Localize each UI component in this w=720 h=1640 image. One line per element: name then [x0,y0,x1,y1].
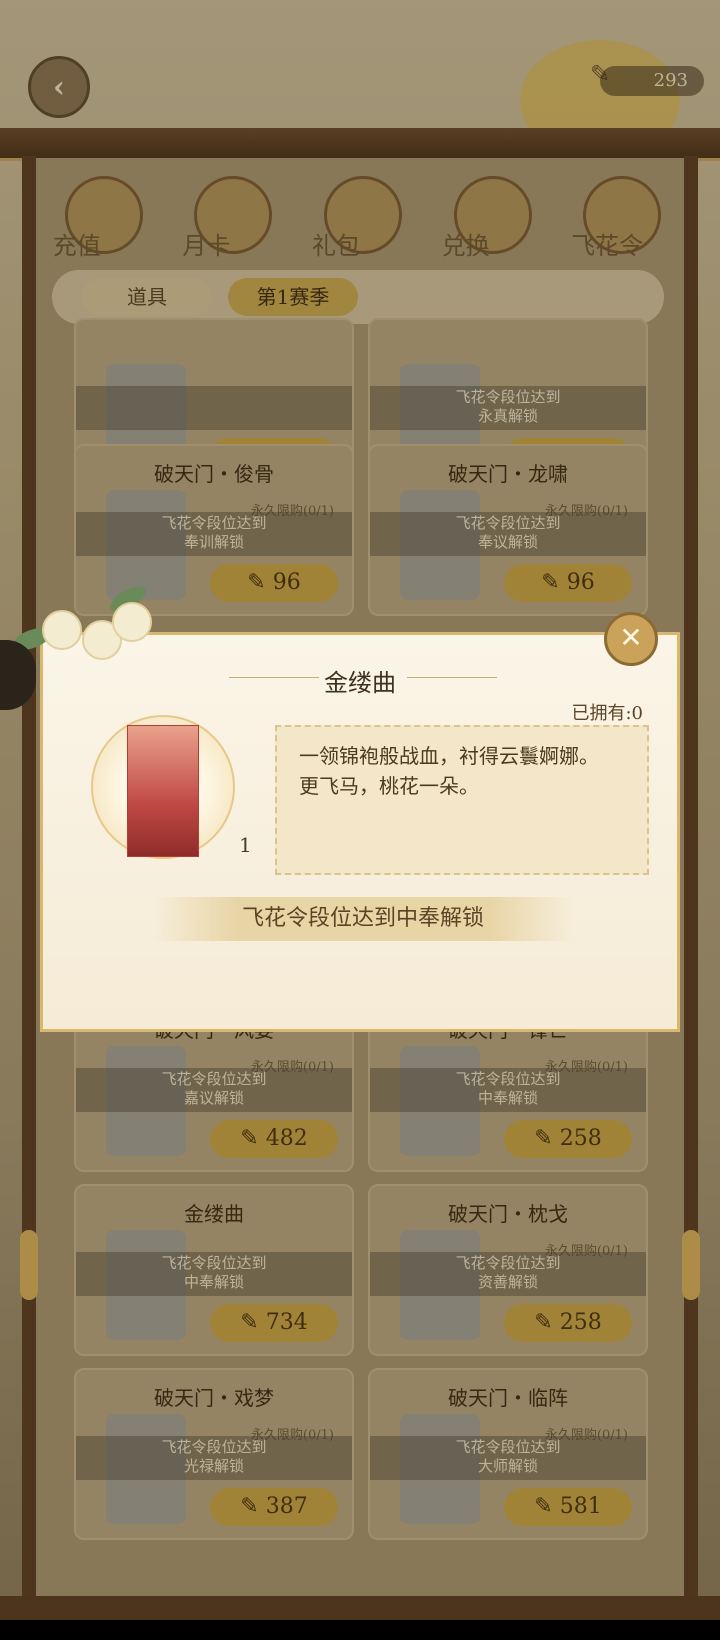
item-portrait [127,725,199,857]
item-quantity: 1 [239,833,252,857]
description-line: 一领锦袍般战血，衬得云鬟婀娜。 [299,744,599,768]
item-detail-modal: 金缕曲 已拥有:0 1 一领锦袍般战血，衬得云鬟婀娜。 更飞马，桃花一朵。 飞花… [40,632,680,1032]
description-line: 更飞马，桃花一朵。 [299,774,479,798]
flower-icon [112,602,152,642]
item-description: 一领锦袍般战血，衬得云鬟婀娜。 更飞马，桃花一朵。 [275,725,649,875]
owned-count: 已拥有:0 [571,703,643,724]
close-icon: ✕ [619,621,643,654]
bottom-bar [0,1620,720,1640]
flower-icon [42,610,82,650]
close-button[interactable]: ✕ [604,612,658,666]
unlock-requirement: 飞花令段位达到中奉解锁 [153,897,573,941]
